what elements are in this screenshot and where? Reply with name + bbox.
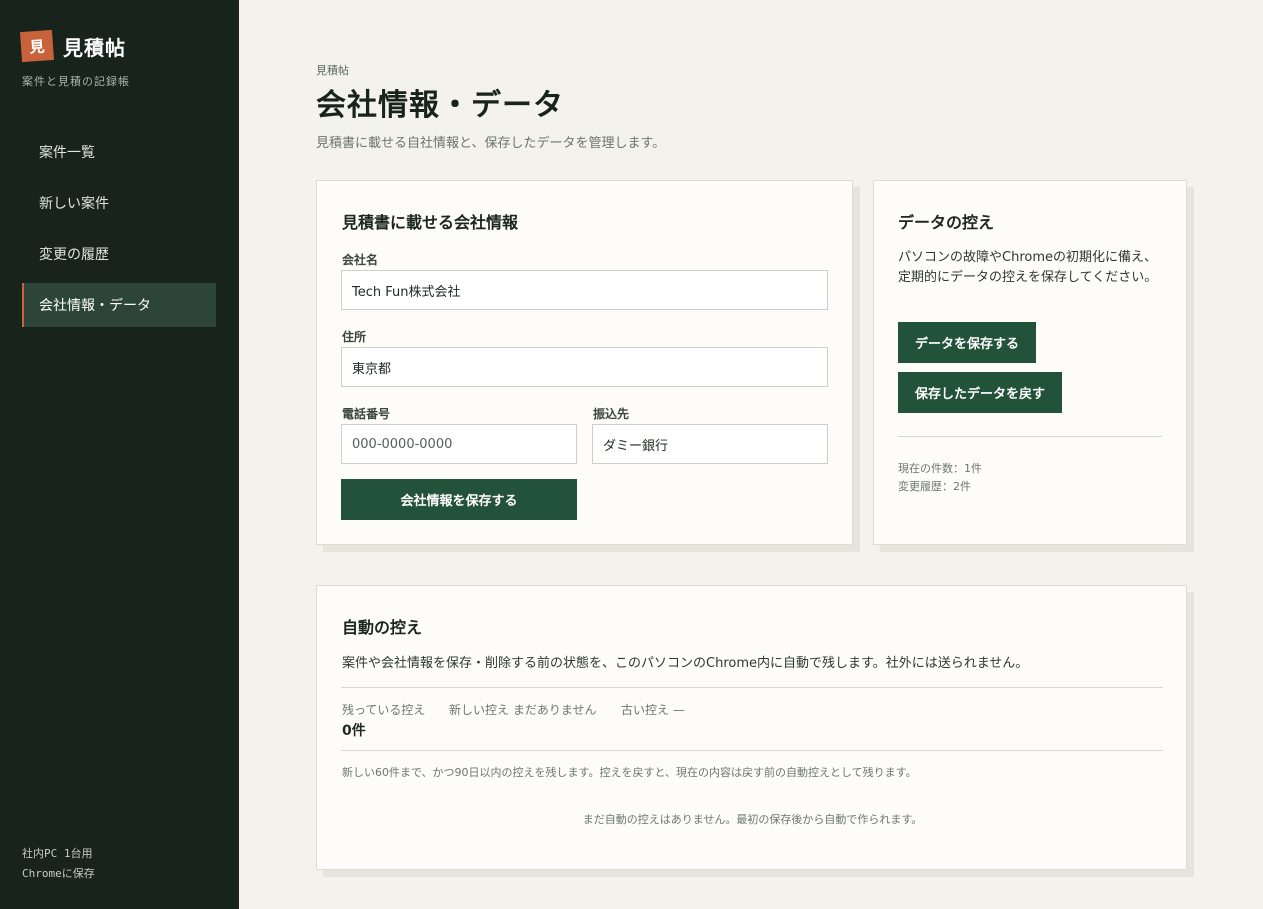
- breadcrumb: 見積帖: [316, 64, 349, 77]
- newest-label: 新しい控え: [449, 703, 510, 717]
- auto-divider-bottom: [341, 750, 1163, 751]
- company-info-card: 見積書に載せる会社情報 会社名 Tech Fun株式会社 住所 東京都 電話番号…: [316, 180, 853, 545]
- bank-field[interactable]: ダミー銀行: [592, 424, 828, 464]
- auto-backup-card: 自動の控え 案件や会社情報を保存・削除する前の状態を、このパソコンのChrome…: [316, 585, 1187, 870]
- sidebar-item-label: 会社情報・データ: [39, 298, 151, 314]
- sidebar-item-history[interactable]: 変更の履歴: [22, 232, 216, 276]
- remaining-value: 0件: [342, 723, 366, 739]
- oldest-label: 古い控え: [621, 703, 670, 717]
- sidebar-item-label: 案件一覧: [39, 145, 95, 161]
- page-description: 見積書に載せる自社情報と、保存したデータを管理します。: [316, 136, 666, 151]
- sidebar-footer-line1: 社内PC 1台用: [22, 847, 93, 860]
- company-name-label: 会社名: [342, 253, 379, 267]
- newest-value: まだありません: [512, 703, 597, 717]
- auto-empty-state: まだ自動の控えはありません。最初の保存後から自動で作られます。: [582, 813, 923, 826]
- company-card-title: 見積書に載せる会社情報: [342, 213, 519, 232]
- brand[interactable]: 見 見積帖: [19, 29, 126, 63]
- restore-data-button[interactable]: 保存したデータを戻す: [898, 372, 1062, 413]
- page-title: 会社情報・データ: [316, 88, 564, 123]
- phone-label: 電話番号: [342, 407, 391, 421]
- sidebar-footer: 社内PC 1台用 Chromeに保存: [22, 844, 95, 884]
- bank-label: 振込先: [593, 407, 630, 421]
- company-name-field[interactable]: Tech Fun株式会社: [341, 270, 828, 310]
- phone-field[interactable]: 000-0000-0000: [341, 424, 577, 464]
- oldest-value: —: [672, 703, 685, 717]
- data-backup-card: データの控え パソコンの故障やChromeの初期化に備え、定期的にデータの控えを…: [873, 180, 1187, 545]
- sidebar-item-label: 新しい案件: [39, 196, 109, 212]
- record-count: 現在の件数：1件: [898, 462, 982, 475]
- oldest-backup: 古い控え —: [621, 701, 685, 718]
- brand-name: 見積帖: [63, 35, 126, 60]
- save-company-button[interactable]: 会社情報を保存する: [341, 479, 577, 520]
- newest-backup: 新しい控え まだありません: [449, 701, 597, 718]
- backup-card-title: データの控え: [898, 213, 995, 232]
- auto-description: 案件や会社情報を保存・削除する前の状態を、このパソコンのChrome内に自動で残…: [342, 656, 1029, 671]
- sidebar-nav: 案件一覧 新しい案件 変更の履歴 会社情報・データ: [22, 130, 216, 334]
- sidebar-footer-line2: Chromeに保存: [22, 867, 95, 880]
- address-label: 住所: [342, 330, 367, 344]
- auto-card-title: 自動の控え: [342, 618, 423, 637]
- sidebar-item-company-data[interactable]: 会社情報・データ: [22, 283, 216, 327]
- address-field[interactable]: 東京都: [341, 347, 828, 387]
- backup-description: パソコンの故障やChromeの初期化に備え、定期的にデータの控えを保存してくださ…: [898, 250, 1158, 285]
- sidebar-item-new-project[interactable]: 新しい案件: [22, 181, 216, 225]
- brand-logo-icon: 見: [19, 29, 55, 63]
- backup-divider: [898, 436, 1162, 437]
- sidebar-item-projects[interactable]: 案件一覧: [22, 130, 216, 174]
- sidebar: 見 見積帖 案件と見積の記録帳 案件一覧 新しい案件 変更の履歴 会社情報・デー…: [0, 0, 239, 909]
- save-data-button[interactable]: データを保存する: [898, 322, 1036, 363]
- remaining-label: 残っている控え: [342, 703, 426, 717]
- auto-divider-top: [341, 687, 1163, 688]
- history-count: 変更履歴：2件: [898, 480, 971, 493]
- brand-subtitle: 案件と見積の記録帳: [22, 75, 130, 88]
- auto-policy: 新しい60件まで、かつ90日以内の控えを残します。控えを戻すと、現在の内容は戻す…: [342, 766, 917, 779]
- sidebar-item-label: 変更の履歴: [39, 247, 109, 263]
